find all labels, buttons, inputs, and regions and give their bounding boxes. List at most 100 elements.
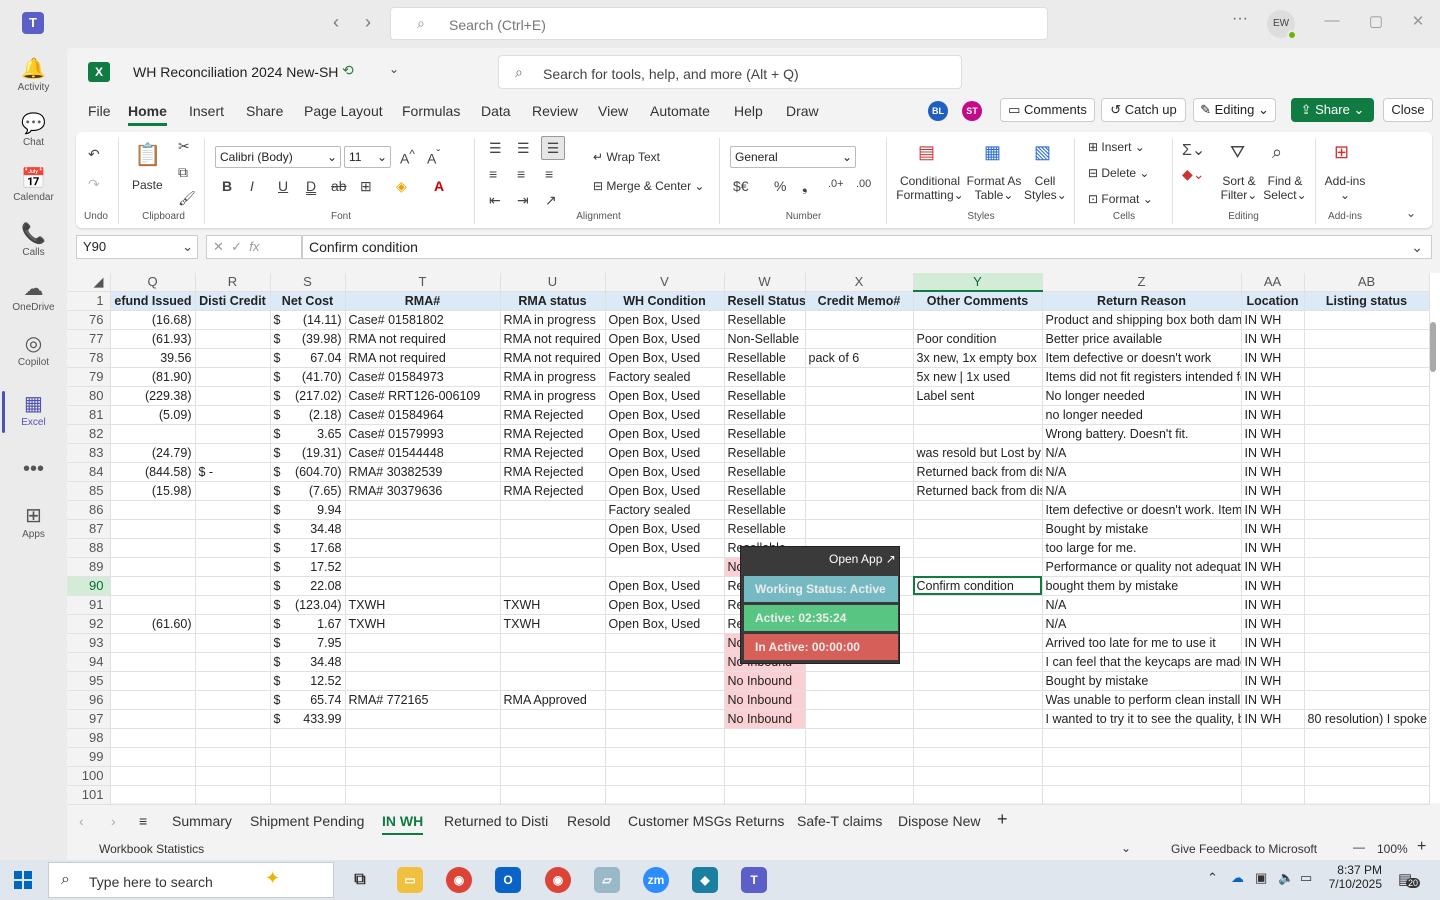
cell-q[interactable] bbox=[110, 595, 196, 615]
row-number[interactable]: 87 bbox=[67, 519, 111, 539]
cell-r[interactable] bbox=[195, 576, 271, 596]
cell-ab[interactable] bbox=[1304, 462, 1430, 482]
column-header[interactable]: U bbox=[500, 273, 606, 292]
tab-page-layout[interactable]: Page Layout bbox=[304, 103, 383, 119]
align-left-icon[interactable]: ≡ bbox=[489, 166, 497, 182]
cell-z[interactable]: I can feel that the keycaps are made bbox=[1042, 652, 1242, 672]
sheet-next-icon[interactable]: › bbox=[111, 813, 116, 829]
onedrive-tray-icon[interactable]: ☁ bbox=[1231, 870, 1244, 886]
cell-x[interactable] bbox=[805, 747, 914, 767]
enter-icon[interactable]: ✓ bbox=[231, 239, 242, 254]
cell-ab[interactable] bbox=[1304, 576, 1430, 596]
cell-s[interactable]: $ (604.70) bbox=[270, 462, 346, 482]
sheet-tab-customer-msgs-returns[interactable]: Customer MSGs Returns bbox=[628, 813, 784, 829]
cell-aa[interactable]: IN WH bbox=[1241, 348, 1305, 368]
cell-y[interactable] bbox=[913, 747, 1043, 767]
row-number[interactable]: 100 bbox=[67, 766, 111, 786]
close-window-icon[interactable]: ✕ bbox=[1406, 12, 1430, 30]
formula-input[interactable]: Confirm condition ⌄ bbox=[302, 235, 1432, 259]
cell-ab[interactable] bbox=[1304, 633, 1430, 653]
outlook-icon[interactable]: O bbox=[495, 867, 521, 893]
cell-x[interactable] bbox=[805, 728, 914, 748]
cell-u[interactable] bbox=[500, 785, 606, 805]
undo-icon[interactable]: ↶ bbox=[88, 146, 100, 163]
cell-x[interactable] bbox=[805, 405, 914, 425]
paste-icon[interactable]: 📋 bbox=[134, 142, 161, 168]
cell-x[interactable] bbox=[805, 709, 914, 729]
cell-v[interactable]: Open Box, Used bbox=[605, 595, 725, 615]
cell-z[interactable]: N/A bbox=[1042, 443, 1242, 463]
cell-r[interactable] bbox=[195, 671, 271, 691]
column-header[interactable]: Y bbox=[913, 273, 1043, 292]
cell-s[interactable]: $67.04 bbox=[270, 348, 346, 368]
cell-t[interactable] bbox=[345, 671, 501, 691]
cell-v[interactable] bbox=[605, 671, 725, 691]
cell-aa[interactable]: IN WH bbox=[1241, 557, 1305, 577]
cell-w[interactable]: No Inbound bbox=[724, 671, 806, 691]
cell-u[interactable]: RMA Rejected bbox=[500, 405, 606, 425]
cell-u[interactable]: RMA Rejected bbox=[500, 424, 606, 444]
cell-w[interactable]: No Inbound bbox=[724, 690, 806, 710]
cell-ab[interactable] bbox=[1304, 519, 1430, 539]
cell-t[interactable] bbox=[345, 576, 501, 596]
cell-aa[interactable]: IN WH bbox=[1241, 519, 1305, 539]
cell-w[interactable]: Resellable bbox=[724, 367, 806, 387]
more-options-icon[interactable]: ··· bbox=[1232, 10, 1248, 28]
cell-q[interactable]: 39.56 bbox=[110, 348, 196, 368]
cell-t[interactable] bbox=[345, 519, 501, 539]
cell-q[interactable] bbox=[110, 538, 196, 558]
cell-u[interactable] bbox=[500, 747, 606, 767]
cell-z[interactable]: Bought by mistake bbox=[1042, 519, 1242, 539]
cell-r[interactable] bbox=[195, 557, 271, 577]
cell-t[interactable] bbox=[345, 747, 501, 767]
cell-q[interactable] bbox=[110, 652, 196, 672]
cell-w[interactable]: No Inbound bbox=[724, 709, 806, 729]
add-ins-button[interactable]: Add-ins ⌄ bbox=[1320, 174, 1370, 202]
tab-view[interactable]: View bbox=[598, 103, 628, 119]
cell-u[interactable] bbox=[500, 500, 606, 520]
row-number[interactable]: 89 bbox=[67, 557, 111, 577]
merge-center-button[interactable]: ⊟ Merge & Center ⌄ bbox=[593, 179, 704, 193]
cell-ab[interactable] bbox=[1304, 443, 1430, 463]
cell-ab[interactable] bbox=[1304, 386, 1430, 406]
tab-share[interactable]: Share bbox=[246, 103, 283, 119]
cell-t[interactable] bbox=[345, 557, 501, 577]
cell-ab[interactable]: 80 resolution) I spoke w bbox=[1304, 709, 1430, 729]
cell-w[interactable]: Resellable bbox=[724, 500, 806, 520]
share-button[interactable]: ⇪ Share ⌄ bbox=[1291, 98, 1374, 122]
cell-u[interactable]: RMA not required bbox=[500, 329, 606, 349]
cell-s[interactable]: $1.67 bbox=[270, 614, 346, 634]
status-chevron-icon[interactable]: ⌄ bbox=[1121, 841, 1131, 855]
header-cell[interactable]: Listing status bbox=[1304, 291, 1430, 311]
cell-q[interactable] bbox=[110, 500, 196, 520]
scroll-thumb[interactable] bbox=[1430, 322, 1436, 372]
cell-y[interactable] bbox=[913, 690, 1043, 710]
header-cell[interactable]: Other Comments bbox=[913, 291, 1043, 311]
cell-aa[interactable] bbox=[1241, 728, 1305, 748]
redo-icon[interactable]: ↷ bbox=[88, 176, 100, 193]
sheet-tab-shipment-pending[interactable]: Shipment Pending bbox=[250, 813, 364, 829]
decrease-indent-icon[interactable]: ⇤ bbox=[489, 192, 501, 209]
cell-t[interactable]: Case# 01544448 bbox=[345, 443, 501, 463]
cell-q[interactable] bbox=[110, 633, 196, 653]
cell-aa[interactable]: IN WH bbox=[1241, 690, 1305, 710]
cell-q[interactable]: (61.60) bbox=[110, 614, 196, 634]
row-number[interactable]: 79 bbox=[67, 367, 111, 387]
cell-z[interactable]: N/A bbox=[1042, 595, 1242, 615]
row-number[interactable]: 80 bbox=[67, 386, 111, 406]
cell-z[interactable] bbox=[1042, 747, 1242, 767]
cell-aa[interactable]: IN WH bbox=[1241, 481, 1305, 501]
cell-y[interactable] bbox=[913, 671, 1043, 691]
cell-z[interactable]: Item defective or doesn't work. Item bbox=[1042, 500, 1242, 520]
minimize-icon[interactable]: — bbox=[1320, 12, 1344, 29]
cell-aa[interactable]: IN WH bbox=[1241, 310, 1305, 330]
cell-u[interactable]: RMA Approved bbox=[500, 690, 606, 710]
rail-activity[interactable]: 🔔 Activity bbox=[0, 56, 67, 93]
cell-w[interactable]: Resellable bbox=[724, 348, 806, 368]
cell-z[interactable]: no longer needed bbox=[1042, 405, 1242, 425]
cancel-icon[interactable]: ✕ bbox=[213, 239, 224, 254]
header-cell[interactable]: WH Condition bbox=[605, 291, 725, 311]
cell-v[interactable]: Open Box, Used bbox=[605, 614, 725, 634]
column-header[interactable]: Z bbox=[1042, 273, 1242, 292]
cell-y[interactable] bbox=[913, 500, 1043, 520]
